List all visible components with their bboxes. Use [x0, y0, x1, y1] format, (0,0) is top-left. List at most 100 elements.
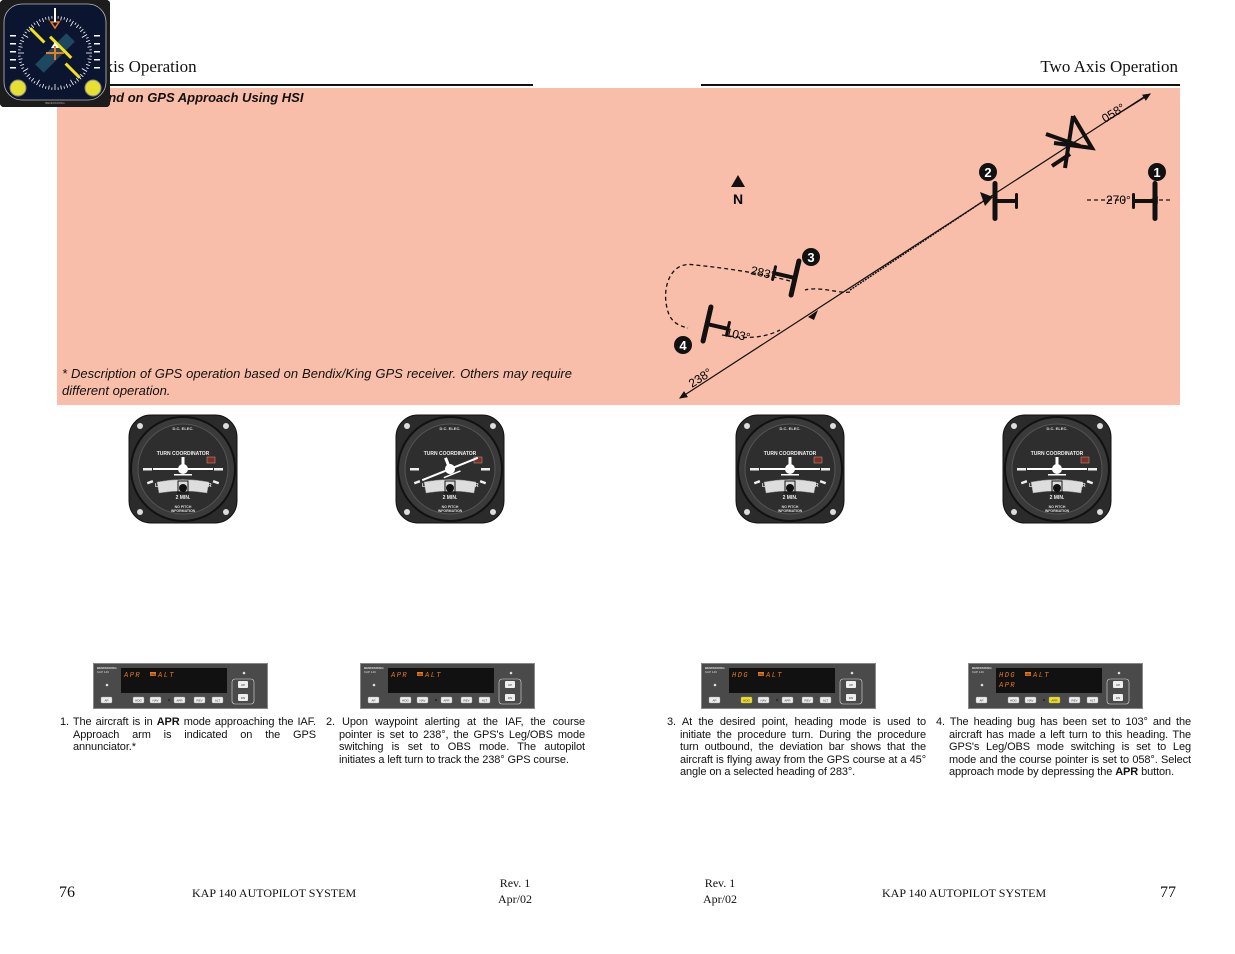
kap140-panel-4: BENDIX/KING KAP 140 HDG ARM ALT APR UP D… [968, 663, 1143, 714]
svg-text:ARM: ARM [417, 673, 422, 676]
ap-button-apr[interactable]: APR [1048, 696, 1061, 704]
turn-coordinator-2: D.C. ELEC. TURN COORDINATOR L R 2 MIN. N… [394, 413, 506, 530]
ap-button-alt[interactable]: ALT [478, 696, 491, 704]
ap-button-dn[interactable]: DN [238, 694, 248, 701]
ap-button-dn[interactable]: DN [1113, 694, 1123, 701]
svg-text:4: 4 [679, 338, 687, 353]
ap-button-up[interactable]: UP [846, 681, 856, 688]
heading-label-058: 058° [1099, 100, 1128, 125]
svg-text:HDG: HDG [402, 699, 409, 703]
svg-text:DN: DN [849, 696, 853, 700]
left-date: Apr/02 [498, 892, 532, 906]
ap-button-alt[interactable]: ALT [211, 696, 224, 704]
ap-button-hdg[interactable]: HDG [1007, 696, 1020, 704]
svg-text:TURN COORDINATOR: TURN COORDINATOR [157, 451, 210, 457]
ap-button-dn[interactable]: DN [505, 694, 515, 701]
flight-path-diagram: N 058° 270° 1 2 3 4 283° 103° 238° [664, 93, 1170, 399]
svg-text:AP: AP [712, 699, 716, 703]
left-rev: Rev. 1 [499, 876, 531, 890]
svg-text:R: R [1082, 483, 1086, 489]
svg-text:R: R [208, 483, 212, 489]
marker-2: 2 [979, 163, 997, 181]
svg-text:DN: DN [1116, 696, 1120, 700]
ap-button-nav[interactable]: NAV [1024, 696, 1037, 704]
left-page-number: 76 [59, 884, 75, 901]
svg-text:NAV: NAV [1028, 699, 1034, 703]
svg-text:ALT: ALT [1090, 699, 1095, 703]
heading-label-238: 238° [686, 365, 715, 390]
ap-button-alt[interactable]: ALT [1086, 696, 1099, 704]
ap-button-up[interactable]: UP [238, 681, 248, 688]
svg-text:HDG: HDG [135, 699, 142, 703]
svg-text:2 MIN.: 2 MIN. [176, 495, 191, 501]
gps-course-line-238 [678, 94, 1148, 399]
svg-text:D.C. ELEC.: D.C. ELEC. [440, 426, 461, 431]
svg-text:AP: AP [979, 699, 983, 703]
svg-text:ARM: ARM [1025, 673, 1030, 676]
svg-text:3: 3 [807, 250, 814, 265]
ap-button-up[interactable]: UP [505, 681, 515, 688]
aircraft-1-icon [1132, 181, 1158, 221]
ap-button-rev[interactable]: REV [1068, 696, 1081, 704]
ap-button-ap[interactable]: AP [708, 696, 721, 704]
north-label: N [733, 191, 743, 207]
ap-button-rev[interactable]: REV [193, 696, 206, 704]
ap-button-ap[interactable]: AP [975, 696, 988, 704]
svg-text:L: L [155, 483, 158, 489]
marker-1: 1 [1148, 163, 1166, 181]
left-footer-system: KAP 140 AUTOPILOT SYSTEM [192, 886, 357, 900]
kap140-panel-3: BENDIX/KING KAP 140 HDG ARM ALT UP DN AP… [701, 663, 876, 714]
svg-text:D.C. ELEC.: D.C. ELEC. [780, 426, 801, 431]
svg-text:R: R [815, 483, 819, 489]
ap-button-rev[interactable]: REV [801, 696, 814, 704]
svg-text:D.C. ELEC.: D.C. ELEC. [1047, 426, 1068, 431]
svg-text:REV: REV [196, 699, 202, 703]
svg-text:ALT: ALT [1032, 672, 1050, 680]
ap-button-apr[interactable]: APR [173, 696, 186, 704]
ap-button-ap[interactable]: AP [367, 696, 380, 704]
svg-text:L: L [1029, 483, 1032, 489]
ap-button-up[interactable]: UP [1113, 681, 1123, 688]
svg-text:BENDIX/KING: BENDIX/KING [45, 101, 65, 105]
svg-text:ALT: ALT [482, 699, 487, 703]
svg-text:KAP 140: KAP 140 [364, 670, 376, 674]
kap140-panel-2: BENDIX/KING KAP 140 APR ARM ALT UP DN AP… [360, 663, 535, 714]
step-4-caption: 4. The heading bug has been set to 103° … [936, 716, 1191, 778]
marker-4: 4 [674, 336, 692, 354]
svg-text:INFORMATION: INFORMATION [1045, 509, 1070, 513]
left-header-rule [57, 84, 533, 86]
ap-button-hdg[interactable]: HDG [399, 696, 412, 704]
left-footer-revision: Rev. 1 Apr/02 [498, 875, 532, 907]
turn-coordinator-4: D.C. ELEC. TURN COORDINATOR L R 2 MIN. N… [1001, 413, 1113, 530]
svg-text:NAV: NAV [420, 699, 426, 703]
ap-button-nav[interactable]: NAV [149, 696, 162, 704]
svg-text:UP: UP [849, 683, 853, 687]
svg-text:HDG: HDG [732, 672, 749, 680]
svg-text:KAP 140: KAP 140 [705, 670, 717, 674]
ap-button-dn[interactable]: DN [846, 694, 856, 701]
ap-button-alt[interactable]: ALT [819, 696, 832, 704]
svg-text:2 MIN.: 2 MIN. [783, 495, 798, 501]
svg-text:R: R [475, 483, 479, 489]
ap-button-nav[interactable]: NAV [416, 696, 429, 704]
ap-button-rev[interactable]: REV [460, 696, 473, 704]
svg-text:2 MIN.: 2 MIN. [1050, 495, 1065, 501]
svg-text:APR: APR [784, 699, 791, 703]
aircraft-3-icon [768, 253, 802, 299]
kap140-panel-1: BENDIX/KING KAP 140 APR ARM ALT UP DN AP… [93, 663, 268, 714]
svg-text:APR: APR [123, 672, 141, 680]
ap-button-nav[interactable]: NAV [757, 696, 770, 704]
ap-button-apr[interactable]: APR [781, 696, 794, 704]
svg-text:UP: UP [1116, 683, 1120, 687]
svg-text:AP: AP [371, 699, 375, 703]
svg-text:TURN COORDINATOR: TURN COORDINATOR [424, 451, 477, 457]
ap-button-ap[interactable]: AP [100, 696, 113, 704]
turn-coordinator-3: D.C. ELEC. TURN COORDINATOR L R 2 MIN. N… [734, 413, 846, 530]
ap-button-hdg[interactable]: HDG [132, 696, 145, 704]
ap-button-hdg[interactable]: HDG [740, 696, 753, 704]
turn-coordinator-1: D.C. ELEC. TURN COORDINATOR L R 2 MIN. N… [127, 413, 239, 530]
ap-button-apr[interactable]: APR [440, 696, 453, 704]
svg-text:ALT: ALT [823, 699, 828, 703]
gps-footnote: * Description of GPS operation based on … [62, 366, 572, 398]
svg-text:D.C. ELEC.: D.C. ELEC. [173, 426, 194, 431]
